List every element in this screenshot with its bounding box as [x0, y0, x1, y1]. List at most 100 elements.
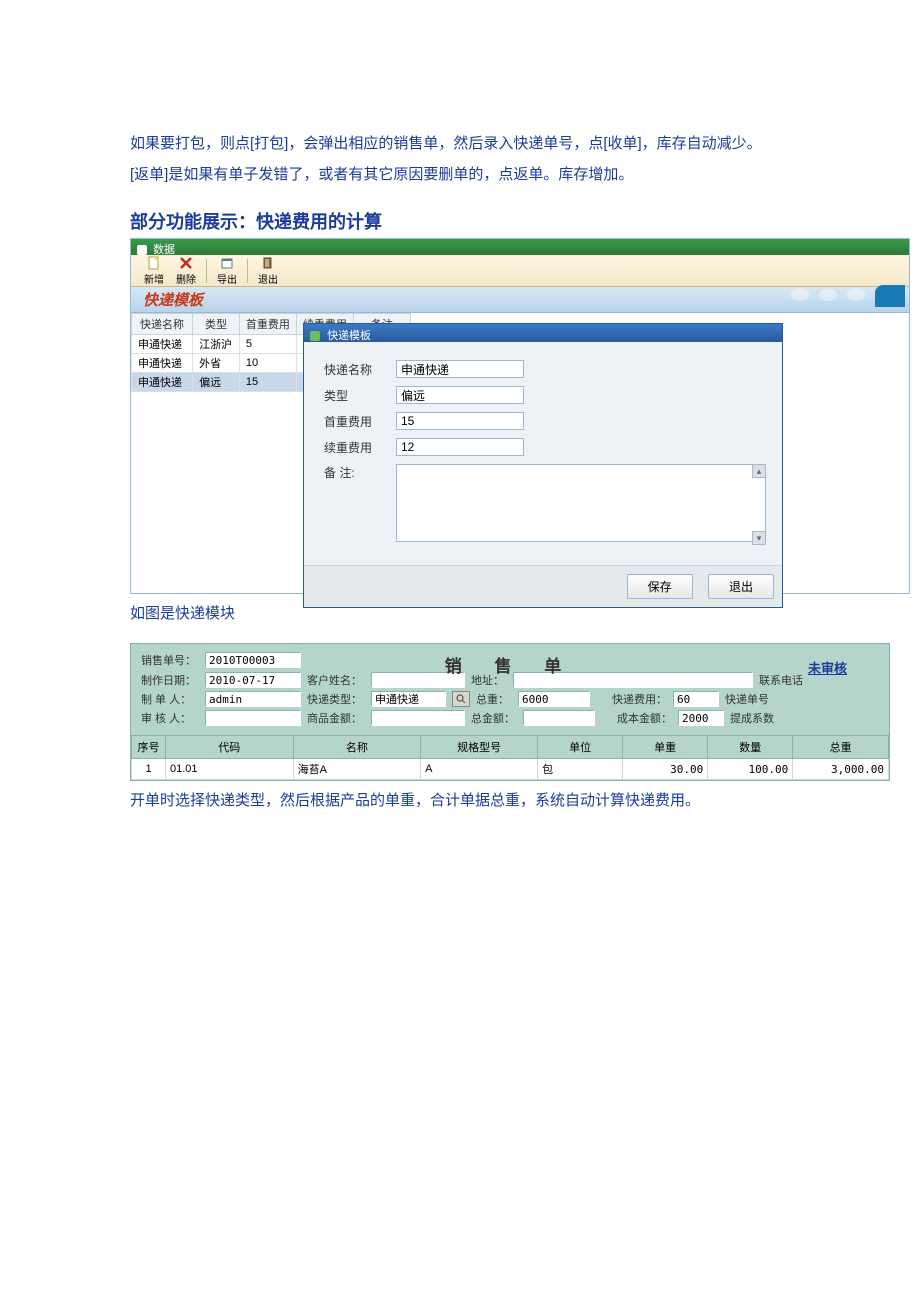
save-button[interactable]: 保存 [627, 574, 693, 599]
col-name[interactable]: 快递名称 [132, 314, 193, 335]
audit-status-link[interactable]: 未审核 [808, 658, 847, 677]
sales-line-row[interactable]: 1 01.01 海苔A A 包 30.00 100.00 3,000.00 [132, 759, 889, 780]
sales-order-window: 销 售 单 未审核 销售单号： 制作日期： 客户姓名： 地址： 联系电话 制 单… [130, 643, 890, 781]
export-button[interactable]: 导出 [212, 254, 242, 288]
label-maker: 制 单 人： [141, 691, 199, 707]
exit-button-label: 退出 [258, 271, 278, 286]
note-textarea[interactable] [396, 464, 766, 542]
cell-code: 01.01 [166, 759, 294, 780]
label-courier-fee: 快递费用： [612, 691, 667, 707]
new-icon [147, 256, 161, 270]
dialog-icon [310, 331, 320, 341]
cell-qty: 100.00 [708, 759, 793, 780]
date-input[interactable] [205, 672, 301, 688]
label-first-fee: 首重费用 [324, 413, 396, 430]
label-goods-amt: 商品金额： [307, 710, 365, 726]
label-date: 制作日期： [141, 672, 199, 688]
dialog-footer: 保存 退出 [304, 565, 782, 607]
courier-edit-dialog: 快递模板 快递名称 类型 首重费用 [303, 323, 783, 608]
col-spec[interactable]: 规格型号 [421, 736, 538, 759]
cell-name: 申通快递 [132, 354, 193, 373]
cell-first: 10 [239, 354, 296, 373]
cell-type: 外省 [193, 354, 240, 373]
dialog-titlebar[interactable]: 快递模板 [304, 324, 782, 342]
new-button[interactable]: 新增 [139, 254, 169, 288]
courier-template-window: 数据 新增 删除 导出 退出 快递模板 [130, 238, 910, 594]
window-toolbar: 新增 删除 导出 退出 [131, 255, 909, 287]
label-total-amt: 总金额： [471, 710, 517, 726]
header-decoration [791, 289, 905, 307]
col-name[interactable]: 名称 [293, 736, 421, 759]
col-unit-wt[interactable]: 单重 [623, 736, 708, 759]
exit-icon [261, 256, 275, 270]
maker-input[interactable] [205, 691, 301, 707]
total-wt-input[interactable] [518, 691, 590, 707]
col-unit[interactable]: 单位 [538, 736, 623, 759]
label-courier-type: 快递类型： [307, 691, 365, 707]
cell-total-wt: 3,000.00 [793, 759, 889, 780]
dialog-exit-button[interactable]: 退出 [708, 574, 774, 599]
cell-seq: 1 [132, 759, 166, 780]
label-phone: 联系电话 [759, 672, 803, 688]
cell-first: 15 [239, 373, 296, 392]
cell-type: 江浙沪 [193, 335, 240, 354]
col-type[interactable]: 类型 [193, 314, 240, 335]
label-cont-fee: 续重费用 [324, 439, 396, 456]
doc-paragraph-2: [返单]是如果有单子发错了，或者有其它原因要删单的，点返单。库存增加。 [130, 161, 810, 188]
label-type: 类型 [324, 387, 396, 404]
cell-type: 偏远 [193, 373, 240, 392]
cost-amt-input[interactable] [678, 710, 724, 726]
label-customer: 客户姓名： [307, 672, 365, 688]
label-courier-name: 快递名称 [324, 361, 396, 378]
goods-amt-input[interactable] [371, 710, 465, 726]
cell-unit: 包 [538, 759, 623, 780]
panel-header-title: 快递模板 [143, 289, 203, 310]
cell-unit-wt: 30.00 [623, 759, 708, 780]
panel-header: 快递模板 [131, 287, 909, 313]
delete-button-label: 删除 [176, 271, 196, 286]
doc-paragraph-1: 如果要打包，则点[打包]，会弹出相应的销售单，然后录入快递单号，点[收单]，库存… [130, 130, 810, 157]
label-total-wt: 总重： [476, 691, 512, 707]
col-seq[interactable]: 序号 [132, 736, 166, 759]
cell-spec: A [421, 759, 538, 780]
cell-first: 5 [239, 335, 296, 354]
window-titlebar: 数据 [131, 239, 909, 255]
order-no-input[interactable] [205, 652, 301, 668]
label-courier-no: 快递单号 [725, 691, 769, 707]
sales-order-title: 销 售 单 [445, 652, 575, 677]
col-total-wt[interactable]: 总重 [793, 736, 889, 759]
courier-type-input[interactable] [371, 691, 446, 707]
label-note: 备 注: [324, 464, 396, 481]
label-order-no: 销售单号： [141, 652, 199, 668]
closing-paragraph: 开单时选择快递类型，然后根据产品的单重，合计单据总重，系统自动计算快递费用。 [130, 789, 810, 810]
grid2-header-row: 序号 代码 名称 规格型号 单位 单重 数量 总重 [132, 736, 889, 759]
cell-name: 申通快递 [132, 335, 193, 354]
cell-name: 海苔A [293, 759, 421, 780]
col-code[interactable]: 代码 [166, 736, 294, 759]
col-qty[interactable]: 数量 [708, 736, 793, 759]
courier-fee-input[interactable] [673, 691, 719, 707]
auditor-input[interactable] [205, 710, 301, 726]
col-first[interactable]: 首重费用 [239, 314, 296, 335]
sales-lines-grid[interactable]: 序号 代码 名称 规格型号 单位 单重 数量 总重 1 01.01 海苔A A … [131, 735, 889, 780]
delete-icon [179, 256, 193, 270]
total-amt-input[interactable] [523, 710, 595, 726]
scroll-down-icon[interactable]: ▾ [752, 531, 766, 545]
export-button-label: 导出 [217, 271, 237, 286]
export-icon [220, 256, 234, 270]
courier-name-input[interactable] [396, 360, 524, 378]
label-auditor: 审 核 人： [141, 710, 199, 726]
toolbar-separator-2 [247, 259, 248, 283]
exit-button[interactable]: 退出 [253, 254, 283, 288]
delete-button[interactable]: 删除 [171, 254, 201, 288]
toolbar-separator [206, 259, 207, 283]
type-input[interactable] [396, 386, 524, 404]
first-fee-input[interactable] [396, 412, 524, 430]
label-cost-amt: 成本金额： [617, 710, 672, 726]
cell-name: 申通快递 [132, 373, 193, 392]
cont-fee-input[interactable] [396, 438, 524, 456]
label-comm-rate: 提成系数 [730, 710, 774, 726]
dialog-title: 快递模板 [327, 330, 371, 342]
scroll-up-icon[interactable]: ▴ [752, 464, 766, 478]
courier-lookup-button[interactable] [452, 691, 470, 707]
